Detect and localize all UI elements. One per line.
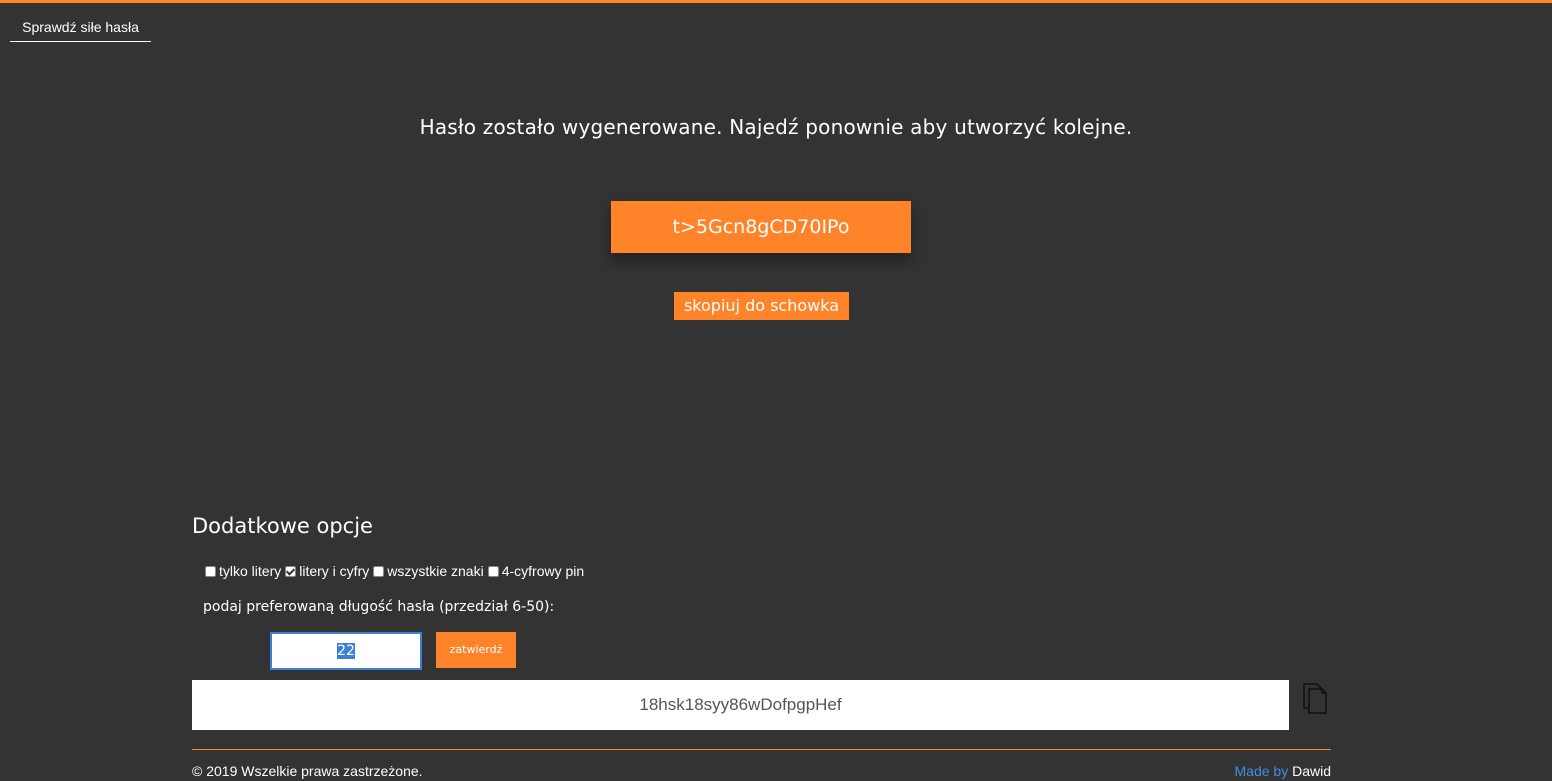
made-by: Made by Dawid (1235, 763, 1332, 779)
check-strength-link[interactable]: Sprawdź siłe hasła (10, 19, 151, 42)
footer-divider (192, 749, 1331, 750)
status-message: Hasło zostało wygenerowane. Najedź ponow… (419, 115, 1133, 139)
checkbox-letters-only[interactable] (205, 565, 216, 577)
checkbox-letters-digits[interactable] (285, 565, 297, 577)
options-title: Dodatkowe opcje (192, 514, 373, 538)
top-accent-line (0, 0, 1552, 3)
length-label: podaj preferowaną długość hasła (przedzi… (203, 599, 555, 615)
option-pin[interactable]: 4-cyfrowy pin (487, 563, 585, 579)
author-name: Dawid (1292, 763, 1331, 779)
option-letters-only[interactable]: tylko litery (205, 563, 281, 579)
confirm-button[interactable]: zatwierdź (436, 632, 516, 668)
clipboard-icon[interactable] (1300, 680, 1330, 714)
length-value: 22 (337, 643, 355, 659)
option-label: litery i cyfry (299, 563, 370, 579)
option-letters-digits[interactable]: litery i cyfry (285, 563, 369, 579)
option-label: wszystkie znaki (387, 563, 484, 579)
options-checkboxes: tylko litery litery i cyfry wszystkie zn… (205, 561, 588, 581)
checkbox-all-chars[interactable] (373, 565, 385, 577)
option-label: 4-cyfrowy pin (501, 563, 585, 579)
result-password[interactable]: 18hsk18syy86wDofpgpHef (192, 680, 1289, 730)
length-input[interactable]: 22 (270, 632, 422, 670)
made-by-link[interactable]: Made by (1235, 763, 1289, 779)
checkbox-pin[interactable] (487, 565, 499, 577)
option-all-chars[interactable]: wszystkie znaki (373, 563, 484, 579)
copy-to-clipboard-button[interactable]: skopiuj do schowka (674, 292, 849, 320)
option-label: tylko litery (219, 563, 282, 579)
copyright-text: © 2019 Wszelkie prawa zastrzeżone. (192, 763, 423, 779)
generated-password[interactable]: t>5Gcn8gCD70IPo (611, 201, 911, 253)
